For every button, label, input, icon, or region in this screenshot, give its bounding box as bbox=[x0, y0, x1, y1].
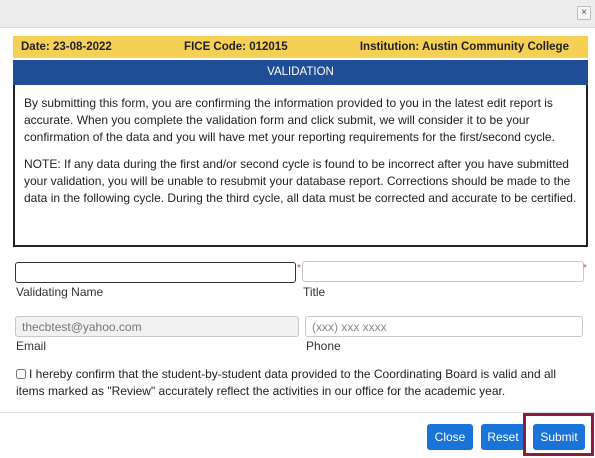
email-label: Email bbox=[16, 339, 47, 353]
date-text: Date: 23-08-2022 bbox=[21, 41, 112, 53]
message-paragraph: By submitting this form, you are confirm… bbox=[24, 96, 555, 144]
info-bar: Date: 23-08-2022 FICE Code: 012015 Insti… bbox=[13, 36, 588, 58]
close-button[interactable]: Close bbox=[427, 424, 473, 450]
modal-title-bar: × bbox=[0, 0, 595, 28]
validating-name-label: Validating Name bbox=[16, 285, 104, 299]
close-icon[interactable]: × bbox=[577, 6, 591, 20]
submit-button[interactable]: Submit bbox=[533, 424, 585, 450]
section-title: VALIDATION bbox=[13, 60, 588, 85]
confirm-text: I hereby confirm that the student-by-stu… bbox=[16, 367, 556, 398]
phone-input[interactable] bbox=[305, 316, 583, 337]
reset-button[interactable]: Reset bbox=[481, 424, 525, 450]
required-asterisk: * bbox=[583, 263, 587, 274]
title-label: Title bbox=[303, 285, 326, 299]
note-paragraph: NOTE: If any data during the first and/o… bbox=[24, 157, 577, 205]
institution-text: Institution: Austin Community College bbox=[359, 41, 569, 53]
confirm-row: I hereby confirm that the student-by-stu… bbox=[16, 366, 581, 400]
required-asterisk: * bbox=[297, 263, 301, 274]
validation-message: By submitting this form, you are confirm… bbox=[13, 85, 588, 247]
footer-divider bbox=[0, 412, 595, 413]
title-input[interactable] bbox=[302, 261, 584, 282]
phone-label: Phone bbox=[306, 339, 341, 353]
confirm-checkbox[interactable] bbox=[16, 369, 26, 379]
email-input[interactable] bbox=[15, 316, 299, 337]
validating-name-input[interactable] bbox=[15, 262, 296, 283]
fice-code-text: FICE Code: 012015 bbox=[184, 41, 288, 53]
